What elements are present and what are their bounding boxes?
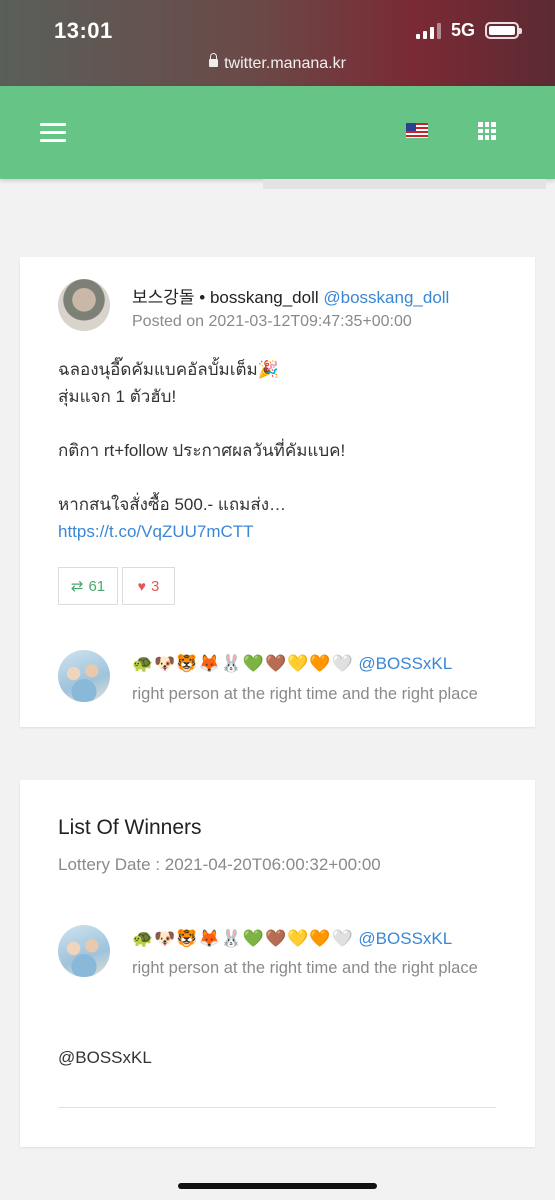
tweet-line: ฉลองนุอี๊ดคัมแบคอัลบั้มเต็ม🎉 <box>58 360 279 379</box>
url-text: twitter.manana.kr <box>224 55 346 72</box>
winner-bio: right person at the right time and the r… <box>132 959 478 977</box>
heart-icon: ♥ <box>137 578 146 594</box>
author-avatar[interactable] <box>58 279 110 331</box>
tweet-line: หากสนใจสั่งซื้อ 500.- แถมส่ง… <box>58 495 287 514</box>
retweet-count: 61 <box>88 577 106 595</box>
tweet-link[interactable]: https://t.co/VqZUU7mCTT <box>58 518 345 545</box>
address-bar[interactable]: twitter.manana.kr <box>0 53 555 73</box>
status-time: 13:01 <box>54 18 113 43</box>
grid-icon[interactable] <box>478 122 496 140</box>
winner-line: 🐢🐶🐯🦊🐰💚🤎💛🧡🤍 @BOSSxKL <box>132 929 452 949</box>
like-button[interactable]: ♥ 3 <box>122 567 175 605</box>
winner-handle-link[interactable]: @BOSSxKL <box>358 929 452 948</box>
winners-card: List Of Winners Lottery Date : 2021-04-2… <box>20 780 535 1147</box>
hamburger-menu-icon[interactable] <box>40 123 66 143</box>
retweet-button[interactable]: ⇄ 61 <box>58 567 118 605</box>
home-indicator <box>178 1183 377 1189</box>
tweet-body: ฉลองนุอี๊ดคัมแบคอัลบั้มเต็ม🎉 สุ่มแจก 1 ต… <box>58 356 345 545</box>
battery-icon <box>485 22 522 39</box>
participant-name: 🐢🐶🐯🦊🐰💚🤎💛🧡🤍 <box>132 654 354 674</box>
header-shadow <box>263 179 546 189</box>
author-name: 보스강돌 • bosskang_doll <box>132 288 319 307</box>
tweet-line: สุ่มแจก 1 ตัวฮับ! <box>58 387 177 406</box>
tweet-line: กติกา rt+follow ประกาศผลวันที่คัมแบค! <box>58 441 346 460</box>
winner-avatar[interactable] <box>58 925 110 977</box>
divider <box>58 1107 496 1108</box>
lottery-date: Lottery Date : 2021-04-20T06:00:32+00:00 <box>58 855 381 874</box>
winners-title: List Of Winners <box>58 816 202 839</box>
author-handle-link[interactable]: @bosskang_doll <box>323 288 449 307</box>
participant-handle-link[interactable]: @BOSSxKL <box>358 654 452 673</box>
winner-name: 🐢🐶🐯🦊🐰💚🤎💛🧡🤍 <box>132 929 354 949</box>
network-type: 5G <box>450 20 475 40</box>
lock-icon <box>209 53 219 67</box>
participant-bio: right person at the right time and the r… <box>132 685 478 703</box>
retweet-icon: ⇄ <box>70 578 84 595</box>
winner-handle-text: @BOSSxKL <box>58 1048 152 1067</box>
participant-avatar[interactable] <box>58 650 110 702</box>
tweet-line <box>58 410 345 437</box>
participant-line: 🐢🐶🐯🦊🐰💚🤎💛🧡🤍 @BOSSxKL <box>132 654 452 674</box>
author-line: 보스강돌 • bosskang_doll @bosskang_doll <box>132 283 449 308</box>
status-indicators: 5G <box>415 20 522 41</box>
tweet-line <box>58 464 345 491</box>
signal-icon <box>415 22 441 39</box>
like-count: 3 <box>150 577 160 595</box>
us-flag-icon[interactable] <box>406 123 428 138</box>
browser-top-bar: 13:01 5G twitter.manana.kr <box>0 0 555 86</box>
app-header <box>0 86 555 179</box>
tweet-card: 보스강돌 • bosskang_doll @bosskang_doll Post… <box>20 257 535 727</box>
posted-date: Posted on 2021-03-12T09:47:35+00:00 <box>132 313 412 330</box>
